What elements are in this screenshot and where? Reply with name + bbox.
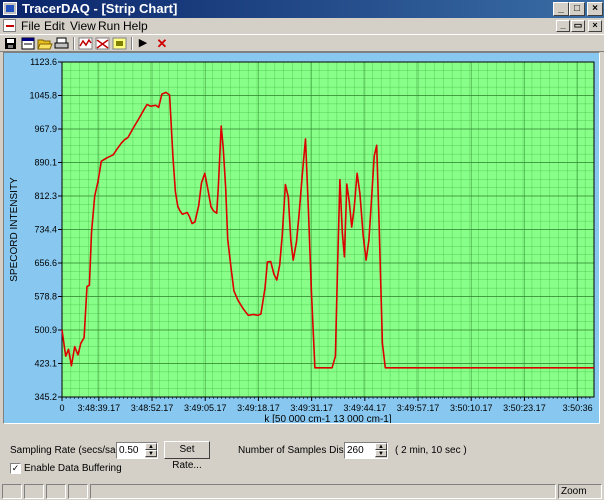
close-button[interactable]: × xyxy=(587,2,603,16)
spin-up-icon[interactable]: ▲ xyxy=(145,443,157,450)
menu-view[interactable]: View xyxy=(70,19,96,33)
y-tick-label: 578.8 xyxy=(34,292,57,302)
document-icon[interactable] xyxy=(3,19,16,32)
x-tick-label: 3:48:39.17 xyxy=(78,403,121,413)
buffering-checkbox[interactable]: ✓ xyxy=(10,463,21,474)
strip-chart-panel: 1123.6 1045.8 967.9 890.1 812.3 734.4 656.6 578… xyxy=(3,52,600,424)
status-cell xyxy=(2,484,22,499)
stop-icon[interactable]: ✕ xyxy=(154,36,170,51)
x-tick-label: 3:50:36 xyxy=(563,403,593,413)
channel-config-icon[interactable] xyxy=(78,36,94,51)
toolbar-separator xyxy=(131,37,133,50)
maximize-button[interactable]: □ xyxy=(569,2,585,16)
mdi-restore-button[interactable]: ▭ xyxy=(571,20,585,32)
menu-bar: File Edit View Run Help _ ▭ × xyxy=(0,18,604,34)
x-tick-label: 3:50:23.17 xyxy=(503,403,546,413)
status-cell xyxy=(46,484,66,499)
x-axis-label: k [50 000 cm-1 13 000 cm-1] xyxy=(264,414,392,423)
controls-panel: Sampling Rate (secs/sample) ▲▼ Set Rate.… xyxy=(0,424,604,480)
y-tick-label: 1045.8 xyxy=(29,91,57,101)
title-bar: TracerDAQ - [Strip Chart] _ □ × xyxy=(0,0,604,18)
toolbar: ▶ ✕ xyxy=(0,34,604,52)
status-cell xyxy=(68,484,88,499)
y-tick-label: 345.2 xyxy=(34,392,57,402)
x-tick-label: 3:49:44.17 xyxy=(344,403,387,413)
x-tick-label: 3:50:10.17 xyxy=(450,403,493,413)
y-axis-label: SPECORD INTENSITY xyxy=(9,177,20,282)
app-icon[interactable] xyxy=(3,2,17,15)
y-tick-label: 656.6 xyxy=(34,258,57,268)
status-cell xyxy=(24,484,44,499)
mdi-minimize-button[interactable]: _ xyxy=(556,20,570,32)
toolbar-separator xyxy=(73,37,75,50)
y-tick-label: 1123.6 xyxy=(30,57,57,67)
mdi-close-button[interactable]: × xyxy=(588,20,602,32)
samples-spin-buttons[interactable]: ▲ ▼ xyxy=(375,443,387,458)
menu-file[interactable]: File xyxy=(21,19,40,33)
window-icon[interactable] xyxy=(20,36,36,51)
sampling-rate-input[interactable] xyxy=(118,444,146,457)
y-tick-label: 890.1 xyxy=(34,158,57,168)
y-tick-label: 734.4 xyxy=(34,225,57,235)
spin-down-icon[interactable]: ▼ xyxy=(375,450,387,457)
display-config-icon[interactable] xyxy=(112,36,128,51)
y-tick-label: 967.9 xyxy=(34,124,57,134)
x-tick-label: 3:49:31.17 xyxy=(290,403,333,413)
y-tick-label: 423.1 xyxy=(34,359,57,369)
x-tick-label: 3:49:18.17 xyxy=(237,403,280,413)
status-message xyxy=(90,484,556,499)
spin-down-icon[interactable]: ▼ xyxy=(145,450,157,457)
y-tick-label: 812.3 xyxy=(34,191,57,201)
print-icon[interactable] xyxy=(54,36,70,51)
minimize-button[interactable]: _ xyxy=(553,2,569,16)
menu-run[interactable]: Run xyxy=(98,19,120,33)
open-folder-icon[interactable] xyxy=(37,36,53,51)
zoom-status: Zoom Off xyxy=(558,484,602,499)
run-icon[interactable]: ▶ xyxy=(135,36,151,51)
status-bar: Zoom Off xyxy=(0,482,604,500)
samples-spinner[interactable]: ▲▼ xyxy=(344,442,388,459)
menu-edit[interactable]: Edit xyxy=(44,19,65,33)
trigger-config-icon[interactable] xyxy=(95,36,111,51)
samples-duration: ( 2 min, 10 sec ) xyxy=(395,445,467,456)
save-icon[interactable] xyxy=(3,36,19,51)
strip-chart[interactable]: 1123.6 1045.8 967.9 890.1 812.3 734.4 656.6 578… xyxy=(4,53,599,423)
sampling-rate-spinner[interactable]: ▲▼ xyxy=(116,442,158,459)
window-title: TracerDAQ - [Strip Chart] xyxy=(22,1,178,16)
x-tick-label: 3:49:57.17 xyxy=(397,403,440,413)
y-tick-label: 500.9 xyxy=(34,325,57,335)
buffering-label: Enable Data Buffering xyxy=(24,463,122,474)
x-tick-label: 3:48:52.17 xyxy=(131,403,174,413)
set-rate-button[interactable]: Set Rate... xyxy=(164,441,210,471)
menu-help[interactable]: Help xyxy=(123,19,148,33)
samples-input[interactable] xyxy=(346,444,376,457)
x-tick-label: 0 xyxy=(59,403,64,413)
sampling-rate-spin-buttons[interactable]: ▲ ▼ xyxy=(145,443,157,458)
x-tick-label: 3:49:05.17 xyxy=(184,403,227,413)
spin-up-icon[interactable]: ▲ xyxy=(375,443,387,450)
